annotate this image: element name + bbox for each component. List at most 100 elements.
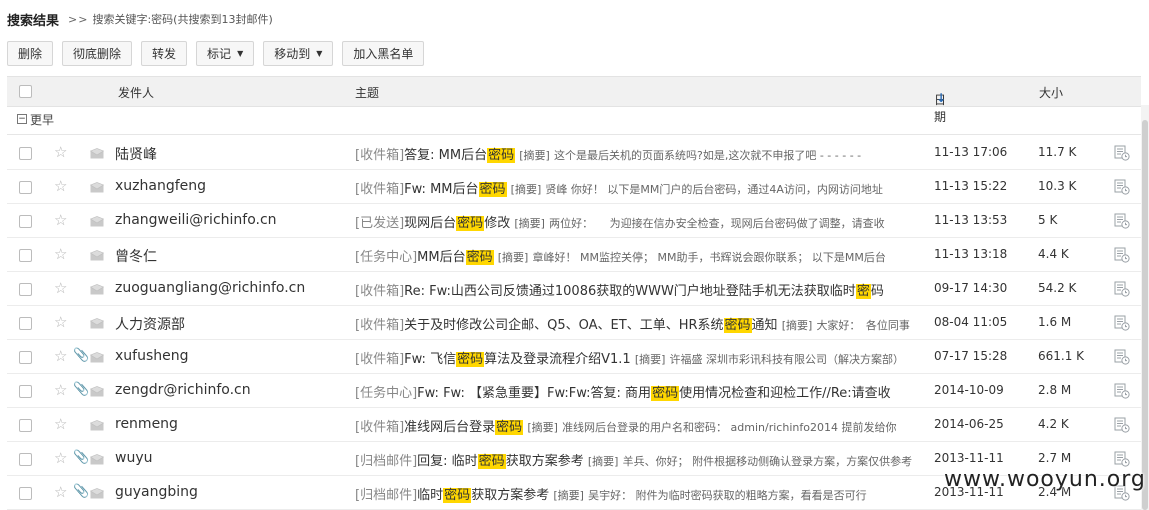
table-row[interactable]: ☆ 曾冬仁 [任务中心]MM后台密码 [摘要] 章峰好！ MM监控关停； MM助手，… [7, 238, 1141, 272]
star-icon[interactable]: ☆ [54, 483, 67, 501]
row-checkbox[interactable] [19, 181, 32, 194]
subject-link[interactable]: [已发送]现网后台密码修改 [摘要] 两位好： 为迎接在信办安全检查，现网后台密… [355, 212, 915, 231]
star-icon[interactable]: ☆ [54, 347, 67, 365]
sender-name[interactable]: wuyu [115, 450, 152, 466]
column-subject[interactable]: 主题 [355, 84, 379, 101]
keyword-highlight: 密码 [443, 488, 472, 503]
row-checkbox[interactable] [19, 419, 32, 432]
sender-name[interactable]: 曾冬仁 [115, 246, 157, 266]
sender-name[interactable]: zuoguangliang@richinfo.cn [115, 280, 305, 296]
table-row[interactable]: ☆ xuzhangfeng [收件箱]Fw: MM后台密码 [摘要] 贤峰 你好！ … [7, 170, 1141, 204]
reminder-icon[interactable] [1114, 145, 1130, 161]
subject-link[interactable]: [收件箱]答复: MM后台密码 [摘要] 这个是最后关机的页面系统吗?如是,这次… [355, 144, 915, 163]
subject-text: 关于及时修改公司企邮、Q5、OA、ET、工单、HR系统 [404, 318, 724, 333]
envelope-icon [89, 250, 105, 261]
row-checkbox[interactable] [19, 147, 32, 160]
column-sender[interactable]: 发件人 [118, 84, 154, 101]
subject-link[interactable]: [收件箱]准线网后台登录密码 [摘要] 准线网后台登录的用户名和密码： admi… [355, 416, 915, 435]
permanent-delete-button[interactable]: 彻底删除 [62, 41, 133, 66]
subject-text: 准线网后台登录 [404, 420, 496, 435]
reminder-icon[interactable] [1114, 383, 1130, 399]
table-row[interactable]: ☆ 📎 zengdr@richinfo.cn [任务中心]Fw: Fw: 【紧急重要】… [7, 374, 1141, 408]
subject-text: Re: Fw:山西公司反馈通过10086获取的WWW门户地址登陆手机无法获取临时 [404, 284, 856, 299]
table-row[interactable]: ☆ 人力资源部 [收件箱]关于及时修改公司企邮、Q5、OA、ET、工单、HR系统密码… [7, 306, 1141, 340]
date-cell: 2014-06-25 [934, 417, 1004, 431]
subject-text-rest: 使用情况检查和迎检工作//Re:请查收 [679, 386, 891, 401]
table-row[interactable]: ☆ 📎 xufusheng [收件箱]Fw: 飞信密码算法及登录流程介绍V1.1 [摘… [7, 340, 1141, 374]
star-icon[interactable]: ☆ [54, 279, 67, 297]
mark-label: 标记 [207, 47, 232, 61]
folder-tag: [已发送] [355, 216, 405, 231]
column-size[interactable]: 大小 [1039, 84, 1063, 101]
sender-name[interactable]: zengdr@richinfo.cn [115, 382, 251, 398]
star-icon[interactable]: ☆ [54, 415, 67, 433]
table-row[interactable]: ☆ zhangweili@richinfo.cn [已发送]现网后台密码修改 [摘要… [7, 204, 1141, 238]
reminder-icon[interactable] [1114, 417, 1130, 433]
reminder-icon[interactable] [1114, 213, 1130, 229]
abstract-tag: [摘要] [519, 149, 550, 162]
sender-name[interactable]: 人力资源部 [115, 314, 185, 334]
reminder-icon[interactable] [1114, 451, 1130, 467]
row-checkbox[interactable] [19, 283, 32, 296]
sender-name[interactable]: zhangweili@richinfo.cn [115, 212, 277, 228]
keyword-highlight: 密码 [456, 352, 485, 367]
reminder-icon[interactable] [1114, 179, 1130, 195]
subject-link[interactable]: [收件箱]Fw: MM后台密码 [摘要] 贤峰 你好！ 以下是MM门户的后台密码… [355, 178, 915, 197]
mark-dropdown[interactable]: 标记 ▼ [196, 41, 255, 66]
collapse-icon[interactable]: − [17, 114, 27, 124]
envelope-icon [89, 318, 105, 329]
keyword-highlight: 密 [855, 284, 871, 299]
add-to-blacklist-button[interactable]: 加入黑名单 [342, 41, 425, 66]
select-all-checkbox[interactable] [19, 85, 32, 98]
star-icon[interactable]: ☆ [54, 177, 67, 195]
subject-text: Fw: MM后台 [404, 182, 479, 197]
move-to-dropdown[interactable]: 移动到 ▼ [263, 41, 334, 66]
list-header: 发件人 主题 日期 ↓ 大小 [7, 76, 1141, 124]
keyword-highlight: 密码 [478, 182, 507, 197]
subject-link[interactable]: [收件箱]Fw: 飞信密码算法及登录流程介绍V1.1 [摘要] 许福盛 深圳市彩… [355, 348, 915, 367]
subject-link[interactable]: [任务中心]Fw: Fw: 【紧急重要】Fw:Fw:答复: 商用密码使用情况检查… [355, 382, 915, 401]
star-icon[interactable]: ☆ [54, 449, 67, 467]
group-label: 更早 [30, 113, 55, 127]
reminder-icon[interactable] [1114, 281, 1130, 297]
reminder-icon[interactable] [1114, 247, 1130, 263]
table-row[interactable]: ☆ renmeng [收件箱]准线网后台登录密码 [摘要] 准线网后台登录的用户名和… [7, 408, 1141, 442]
subject-link[interactable]: [收件箱]Re: Fw:山西公司反馈通过10086获取的WWW门户地址登陆手机无… [355, 280, 915, 299]
row-checkbox[interactable] [19, 317, 32, 330]
subject-link[interactable]: [归档邮件]回复: 临时密码获取方案参考 [摘要] 羊兵、你好； 附件根据移动侧… [355, 450, 915, 469]
subject-link[interactable]: [任务中心]MM后台密码 [摘要] 章峰好！ MM监控关停； MM助手，书辉说会… [355, 246, 915, 265]
row-checkbox[interactable] [19, 487, 32, 500]
folder-tag: [任务中心] [355, 250, 418, 265]
scrollbar-thumb[interactable] [1142, 120, 1148, 510]
date-cell: 11-13 17:06 [934, 145, 1008, 159]
folder-tag: [收件箱] [355, 284, 405, 299]
row-checkbox[interactable] [19, 385, 32, 398]
sender-name[interactable]: xuzhangfeng [115, 178, 206, 194]
reminder-icon[interactable] [1114, 315, 1130, 331]
group-header[interactable]: − 更早 [7, 106, 1141, 135]
star-icon[interactable]: ☆ [54, 143, 67, 161]
subject-text-rest: 获取方案参考 [505, 454, 584, 469]
sender-name[interactable]: 陆贤峰 [115, 144, 157, 164]
star-icon[interactable]: ☆ [54, 245, 67, 263]
table-row[interactable]: ☆ zuoguangliang@richinfo.cn [收件箱]Re: Fw:山西… [7, 272, 1141, 306]
row-checkbox[interactable] [19, 453, 32, 466]
row-checkbox[interactable] [19, 351, 32, 364]
star-icon[interactable]: ☆ [54, 381, 67, 399]
delete-button[interactable]: 删除 [7, 41, 54, 66]
reminder-icon[interactable] [1114, 349, 1130, 365]
row-checkbox[interactable] [19, 249, 32, 262]
sender-name[interactable]: guyangbing [115, 484, 198, 500]
star-icon[interactable]: ☆ [54, 313, 67, 331]
date-cell: 11-13 13:53 [934, 213, 1008, 227]
star-icon[interactable]: ☆ [54, 211, 67, 229]
sender-name[interactable]: xufusheng [115, 348, 189, 364]
keyword-highlight: 密码 [477, 454, 506, 469]
row-checkbox[interactable] [19, 215, 32, 228]
sender-name[interactable]: renmeng [115, 416, 178, 432]
subject-link[interactable]: [收件箱]关于及时修改公司企邮、Q5、OA、ET、工单、HR系统密码通知 [摘要… [355, 314, 915, 333]
table-row[interactable]: ☆ 陆贤峰 [收件箱]答复: MM后台密码 [摘要] 这个是最后关机的页面系统吗?如… [7, 136, 1141, 170]
envelope-icon [89, 284, 105, 295]
forward-button[interactable]: 转发 [141, 41, 188, 66]
subject-link[interactable]: [归档邮件]临时密码获取方案参考 [摘要] 吴宇好： 附件为临时密码获取的粗略方… [355, 484, 915, 503]
